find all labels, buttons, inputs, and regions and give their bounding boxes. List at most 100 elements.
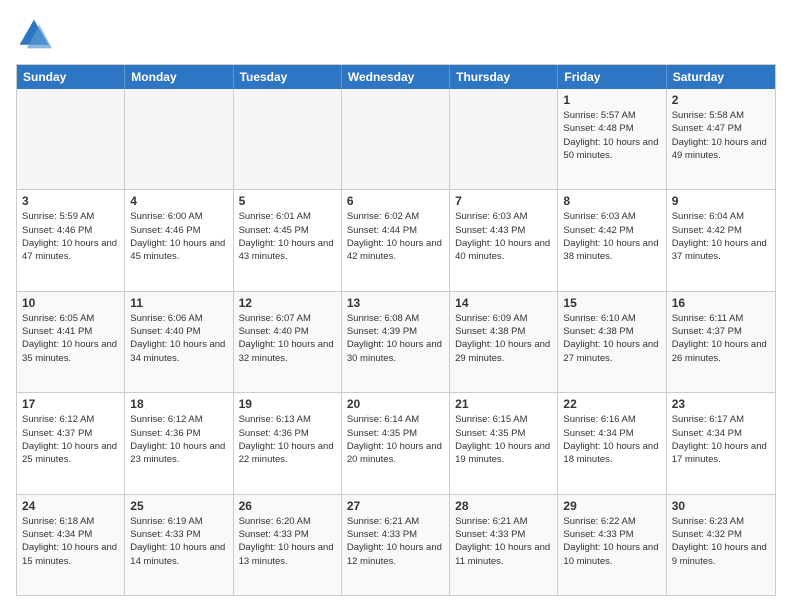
day-number: 21 (455, 397, 552, 411)
calendar-header-cell: Monday (125, 65, 233, 89)
calendar-cell: 28 Sunrise: 6:21 AM Sunset: 4:33 PM Dayli… (450, 495, 558, 595)
calendar-cell: 3 Sunrise: 5:59 AM Sunset: 4:46 PM Daylig… (17, 190, 125, 290)
calendar-cell: 2 Sunrise: 5:58 AM Sunset: 4:47 PM Daylig… (667, 89, 775, 189)
calendar-cell: 17 Sunrise: 6:12 AM Sunset: 4:37 PM Dayli… (17, 393, 125, 493)
calendar-cell: 23Sunrise: 6:17 AM Sunset: 4:34 PM Dayli… (667, 393, 775, 493)
day-number: 28 (455, 499, 552, 513)
calendar-body: 1 Sunrise: 5:57 AM Sunset: 4:48 PM Daylig… (17, 89, 775, 595)
cell-info: Sunrise: 6:00 AM Sunset: 4:46 PM Dayligh… (130, 210, 227, 263)
cell-info: Sunrise: 6:23 AM Sunset: 4:32 PM Dayligh… (672, 515, 770, 568)
cell-info: Sunrise: 6:19 AM Sunset: 4:33 PM Dayligh… (130, 515, 227, 568)
day-number: 3 (22, 194, 119, 208)
calendar-cell: 22Sunrise: 6:16 AM Sunset: 4:34 PM Dayli… (558, 393, 666, 493)
calendar-cell: 9Sunrise: 6:04 AM Sunset: 4:42 PM Daylig… (667, 190, 775, 290)
calendar-cell: 25 Sunrise: 6:19 AM Sunset: 4:33 PM Dayli… (125, 495, 233, 595)
calendar-cell: 10 Sunrise: 6:05 AM Sunset: 4:41 PM Dayli… (17, 292, 125, 392)
day-number: 2 (672, 93, 770, 107)
day-number: 15 (563, 296, 660, 310)
day-number: 13 (347, 296, 444, 310)
calendar-row: 1 Sunrise: 5:57 AM Sunset: 4:48 PM Daylig… (17, 89, 775, 190)
calendar-row: 17 Sunrise: 6:12 AM Sunset: 4:37 PM Dayli… (17, 393, 775, 494)
day-number: 29 (563, 499, 660, 513)
calendar-cell: 11Sunrise: 6:06 AM Sunset: 4:40 PM Dayli… (125, 292, 233, 392)
day-number: 8 (563, 194, 660, 208)
calendar: SundayMondayTuesdayWednesdayThursdayFrid… (16, 64, 776, 596)
cell-info: Sunrise: 6:22 AM Sunset: 4:33 PM Dayligh… (563, 515, 660, 568)
day-number: 24 (22, 499, 119, 513)
cell-info: Sunrise: 6:05 AM Sunset: 4:41 PM Dayligh… (22, 312, 119, 365)
day-number: 5 (239, 194, 336, 208)
day-number: 25 (130, 499, 227, 513)
cell-info: Sunrise: 6:20 AM Sunset: 4:33 PM Dayligh… (239, 515, 336, 568)
calendar-cell: 20 Sunrise: 6:14 AM Sunset: 4:35 PM Dayli… (342, 393, 450, 493)
calendar-cell (17, 89, 125, 189)
cell-info: Sunrise: 6:08 AM Sunset: 4:39 PM Dayligh… (347, 312, 444, 365)
calendar-cell: 18 Sunrise: 6:12 AM Sunset: 4:36 PM Dayli… (125, 393, 233, 493)
calendar-cell (125, 89, 233, 189)
calendar-row: 24 Sunrise: 6:18 AM Sunset: 4:34 PM Dayli… (17, 495, 775, 595)
cell-info: Sunrise: 6:02 AM Sunset: 4:44 PM Dayligh… (347, 210, 444, 263)
calendar-header-cell: Friday (558, 65, 666, 89)
logo (16, 16, 56, 52)
cell-info: Sunrise: 5:59 AM Sunset: 4:46 PM Dayligh… (22, 210, 119, 263)
cell-info: Sunrise: 6:07 AM Sunset: 4:40 PM Dayligh… (239, 312, 336, 365)
header (16, 16, 776, 52)
cell-info: Sunrise: 6:10 AM Sunset: 4:38 PM Dayligh… (563, 312, 660, 365)
day-number: 27 (347, 499, 444, 513)
cell-info: Sunrise: 6:15 AM Sunset: 4:35 PM Dayligh… (455, 413, 552, 466)
cell-info: Sunrise: 6:11 AM Sunset: 4:37 PM Dayligh… (672, 312, 770, 365)
cell-info: Sunrise: 6:21 AM Sunset: 4:33 PM Dayligh… (347, 515, 444, 568)
day-number: 26 (239, 499, 336, 513)
cell-info: Sunrise: 6:18 AM Sunset: 4:34 PM Dayligh… (22, 515, 119, 568)
cell-info: Sunrise: 6:12 AM Sunset: 4:37 PM Dayligh… (22, 413, 119, 466)
calendar-cell (234, 89, 342, 189)
cell-info: Sunrise: 6:21 AM Sunset: 4:33 PM Dayligh… (455, 515, 552, 568)
cell-info: Sunrise: 6:16 AM Sunset: 4:34 PM Dayligh… (563, 413, 660, 466)
calendar-row: 10 Sunrise: 6:05 AM Sunset: 4:41 PM Dayli… (17, 292, 775, 393)
calendar-cell: 27 Sunrise: 6:21 AM Sunset: 4:33 PM Dayli… (342, 495, 450, 595)
calendar-cell: 5 Sunrise: 6:01 AM Sunset: 4:45 PM Daylig… (234, 190, 342, 290)
calendar-cell (450, 89, 558, 189)
cell-info: Sunrise: 6:14 AM Sunset: 4:35 PM Dayligh… (347, 413, 444, 466)
calendar-cell: 21 Sunrise: 6:15 AM Sunset: 4:35 PM Dayli… (450, 393, 558, 493)
calendar-cell: 30 Sunrise: 6:23 AM Sunset: 4:32 PM Dayli… (667, 495, 775, 595)
page: SundayMondayTuesdayWednesdayThursdayFrid… (0, 0, 792, 612)
day-number: 10 (22, 296, 119, 310)
cell-info: Sunrise: 5:58 AM Sunset: 4:47 PM Dayligh… (672, 109, 770, 162)
calendar-cell: 6Sunrise: 6:02 AM Sunset: 4:44 PM Daylig… (342, 190, 450, 290)
day-number: 16 (672, 296, 770, 310)
day-number: 18 (130, 397, 227, 411)
calendar-cell: 14 Sunrise: 6:09 AM Sunset: 4:38 PM Dayli… (450, 292, 558, 392)
day-number: 30 (672, 499, 770, 513)
calendar-row: 3 Sunrise: 5:59 AM Sunset: 4:46 PM Daylig… (17, 190, 775, 291)
calendar-header-cell: Saturday (667, 65, 775, 89)
calendar-cell: 12 Sunrise: 6:07 AM Sunset: 4:40 PM Dayli… (234, 292, 342, 392)
calendar-header-cell: Wednesday (342, 65, 450, 89)
cell-info: Sunrise: 6:09 AM Sunset: 4:38 PM Dayligh… (455, 312, 552, 365)
calendar-cell: 7 Sunrise: 6:03 AM Sunset: 4:43 PM Daylig… (450, 190, 558, 290)
day-number: 20 (347, 397, 444, 411)
cell-info: Sunrise: 6:12 AM Sunset: 4:36 PM Dayligh… (130, 413, 227, 466)
cell-info: Sunrise: 6:03 AM Sunset: 4:42 PM Dayligh… (563, 210, 660, 263)
day-number: 12 (239, 296, 336, 310)
day-number: 17 (22, 397, 119, 411)
cell-info: Sunrise: 6:13 AM Sunset: 4:36 PM Dayligh… (239, 413, 336, 466)
calendar-cell: 16 Sunrise: 6:11 AM Sunset: 4:37 PM Dayli… (667, 292, 775, 392)
calendar-header-cell: Thursday (450, 65, 558, 89)
cell-info: Sunrise: 6:01 AM Sunset: 4:45 PM Dayligh… (239, 210, 336, 263)
calendar-header: SundayMondayTuesdayWednesdayThursdayFrid… (17, 65, 775, 89)
calendar-cell: 24 Sunrise: 6:18 AM Sunset: 4:34 PM Dayli… (17, 495, 125, 595)
calendar-cell: 13 Sunrise: 6:08 AM Sunset: 4:39 PM Dayli… (342, 292, 450, 392)
cell-info: Sunrise: 6:03 AM Sunset: 4:43 PM Dayligh… (455, 210, 552, 263)
day-number: 1 (563, 93, 660, 107)
cell-info: Sunrise: 6:06 AM Sunset: 4:40 PM Dayligh… (130, 312, 227, 365)
cell-info: Sunrise: 5:57 AM Sunset: 4:48 PM Dayligh… (563, 109, 660, 162)
logo-icon (16, 16, 52, 52)
calendar-cell: 29 Sunrise: 6:22 AM Sunset: 4:33 PM Dayli… (558, 495, 666, 595)
day-number: 14 (455, 296, 552, 310)
day-number: 9 (672, 194, 770, 208)
calendar-header-cell: Sunday (17, 65, 125, 89)
day-number: 7 (455, 194, 552, 208)
day-number: 19 (239, 397, 336, 411)
day-number: 23 (672, 397, 770, 411)
